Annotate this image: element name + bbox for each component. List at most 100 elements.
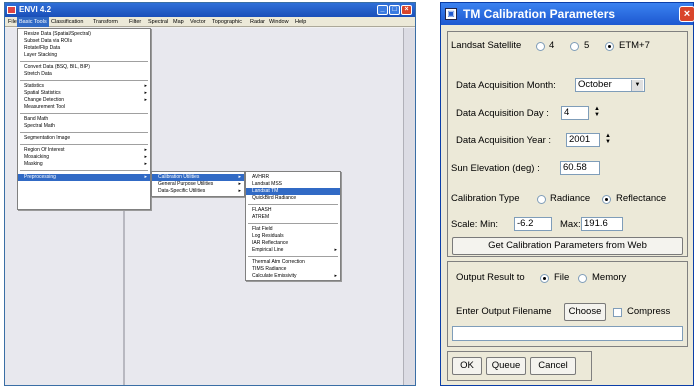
close-button[interactable]: × [401, 5, 412, 15]
menu-classification[interactable]: Classification [49, 17, 85, 27]
menu-bar: File Basic Tools Classification Transfor… [5, 17, 415, 27]
menu-item-region-of-interest[interactable]: Region Of Interest ▸ [18, 147, 150, 154]
scale-min-field[interactable]: -6.2 [514, 217, 552, 231]
menu-item-convert-data[interactable]: Convert Data (BSQ, BIL, BIP) [18, 64, 150, 71]
day-stepper[interactable]: ▲ ▼ [592, 106, 602, 120]
menu-item-layer-stacking[interactable]: Layer Stacking [18, 52, 150, 59]
menu-separator [20, 170, 148, 171]
scale-max-field[interactable]: 191.6 [581, 217, 623, 231]
year-label: Data Acquisition Year : [456, 135, 552, 146]
satellite-label: Landsat Satellite [451, 40, 522, 51]
vertical-scrollbar[interactable] [403, 28, 415, 385]
menu-radar[interactable]: Radar [248, 17, 267, 27]
menu-item-log-residuals[interactable]: Log Residuals [246, 233, 340, 240]
envi-logo-icon [7, 6, 16, 14]
minimize-button[interactable]: _ [377, 5, 388, 15]
menu-item-resize-data[interactable]: Resize Data (Spatial/Spectral) [18, 31, 150, 38]
year-stepper[interactable]: ▲ ▼ [603, 133, 613, 147]
output-panel: Output Result to File Memory Enter Outpu… [447, 261, 688, 347]
month-value: October [578, 79, 612, 90]
menu-item-segmentation-image[interactable]: Segmentation Image [18, 135, 150, 142]
output-result-label: Output Result to [456, 272, 525, 283]
menu-item-avhrr[interactable]: AVHRR [246, 174, 340, 181]
menu-item-label: Change Detection [24, 97, 65, 103]
menu-item-masking[interactable]: Masking ▸ [18, 161, 150, 168]
radiance-radio[interactable] [537, 195, 546, 204]
action-buttons-panel: OK Queue Cancel [447, 351, 592, 381]
dialog-close-button[interactable]: × [679, 6, 694, 22]
menu-item-atrem[interactable]: ATREM [246, 214, 340, 221]
calibration-parameters-panel: Landsat Satellite 4 5 ETM+7 Data Acquisi… [447, 31, 688, 257]
menu-item-band-math[interactable]: Band Math [18, 116, 150, 123]
menu-item-rotate-flip[interactable]: Rotate/Flip Data [18, 45, 150, 52]
compress-label: Compress [627, 306, 671, 317]
menu-item-change-detection[interactable]: Change Detection ▸ [18, 97, 150, 104]
menu-topographic[interactable]: Topographic [210, 17, 244, 27]
satellite-etm7-radio[interactable] [605, 42, 614, 51]
menu-basic-tools[interactable]: Basic Tools [17, 17, 49, 27]
menu-item-stretch-data[interactable]: Stretch Data [18, 71, 150, 78]
menu-window[interactable]: Window [267, 17, 291, 27]
output-memory-label: Memory [592, 272, 627, 283]
menu-item-landsat-mss[interactable]: Landsat MSS [246, 181, 340, 188]
menu-item-quickbird-radiance[interactable]: QuickBird Radiance [246, 195, 340, 202]
submenu-arrow-icon: ▸ [144, 154, 147, 160]
preprocessing-submenu: Calibration Utilities ▸ General Purpose U… [151, 171, 245, 197]
menu-item-tims-radiance[interactable]: TIMS Radiance [246, 266, 340, 273]
menu-item-preprocessing[interactable]: Preprocessing ▸ [18, 174, 150, 181]
basic-tools-menu: Resize Data (Spatial/Spectral) Subset Da… [17, 28, 151, 210]
calibration-type-label: Calibration Type [451, 193, 520, 204]
menu-item-flaash[interactable]: FLAASH [246, 207, 340, 214]
day-label: Data Acquisition Day : [456, 108, 549, 119]
menu-item-general-purpose-utilities[interactable]: General Purpose Utilities ▸ [152, 181, 244, 188]
menu-item-empirical-line[interactable]: Empirical Line ▸ [246, 247, 340, 254]
satellite-4-radio[interactable] [536, 42, 545, 51]
menu-item-spatial-statistics[interactable]: Spatial Statistics ▸ [18, 90, 150, 97]
menu-item-label: Masking [24, 161, 43, 167]
menu-item-iar-reflectance[interactable]: IAR Reflectance [246, 240, 340, 247]
menu-map[interactable]: Map [171, 17, 186, 27]
output-filename-field[interactable] [452, 326, 683, 341]
satellite-5-radio[interactable] [570, 42, 579, 51]
year-field[interactable]: 2001 [566, 133, 600, 147]
menu-item-statistics[interactable]: Statistics ▸ [18, 83, 150, 90]
menu-spectral[interactable]: Spectral [146, 17, 170, 27]
menu-item-subset-data[interactable]: Subset Data via ROIs [18, 38, 150, 45]
maximize-button[interactable]: □ [389, 5, 400, 15]
compress-checkbox[interactable] [613, 308, 622, 317]
output-file-label: File [554, 272, 570, 283]
output-memory-radio[interactable] [578, 274, 587, 283]
menu-item-data-specific-utilities[interactable]: Data-Specific Utilities ▸ [152, 188, 244, 195]
menu-transform[interactable]: Transform [91, 17, 120, 27]
get-calibration-from-web-button[interactable]: Get Calibration Parameters from Web [452, 237, 683, 255]
menu-vector[interactable]: Vector [188, 17, 208, 27]
menu-help[interactable]: Help [293, 17, 308, 27]
sun-elevation-field[interactable]: 60.58 [560, 161, 600, 175]
menu-item-calibration-utilities[interactable]: Calibration Utilities ▸ [152, 174, 244, 181]
day-field[interactable]: 4 [561, 106, 589, 120]
menu-item-landsat-tm[interactable]: Landsat TM [246, 188, 340, 195]
output-file-radio[interactable] [540, 274, 549, 283]
menu-item-mosaicking[interactable]: Mosaicking ▸ [18, 154, 150, 161]
ok-button[interactable]: OK [452, 357, 482, 375]
menu-filter[interactable]: Filter [127, 17, 143, 27]
menu-separator [20, 80, 148, 81]
queue-button[interactable]: Queue [486, 357, 526, 375]
menu-item-spectral-math[interactable]: Spectral Math [18, 123, 150, 130]
menu-item-calculate-emissivity[interactable]: Calculate Emissivity ▸ [246, 273, 340, 280]
submenu-arrow-icon: ▸ [144, 147, 147, 153]
menu-separator [248, 256, 338, 257]
menu-item-flat-field[interactable]: Flat Field [246, 226, 340, 233]
menu-item-measurement-tool[interactable]: Measurement Tool [18, 104, 150, 111]
reflectance-radio[interactable] [602, 195, 611, 204]
choose-button[interactable]: Choose [564, 303, 606, 321]
satellite-etm7-label: ETM+7 [619, 40, 650, 51]
submenu-arrow-icon: ▸ [238, 181, 241, 187]
submenu-arrow-icon: ▸ [238, 174, 241, 180]
month-dropdown[interactable]: October ▼ [575, 78, 645, 92]
scale-max-label: Max: [560, 219, 581, 230]
menu-item-thermal-atm-correction[interactable]: Thermal Atm Correction [246, 259, 340, 266]
menu-separator [20, 113, 148, 114]
cancel-button[interactable]: Cancel [530, 357, 576, 375]
tm-calibration-dialog: TM Calibration Parameters ▣ × Landsat Sa… [440, 2, 694, 386]
